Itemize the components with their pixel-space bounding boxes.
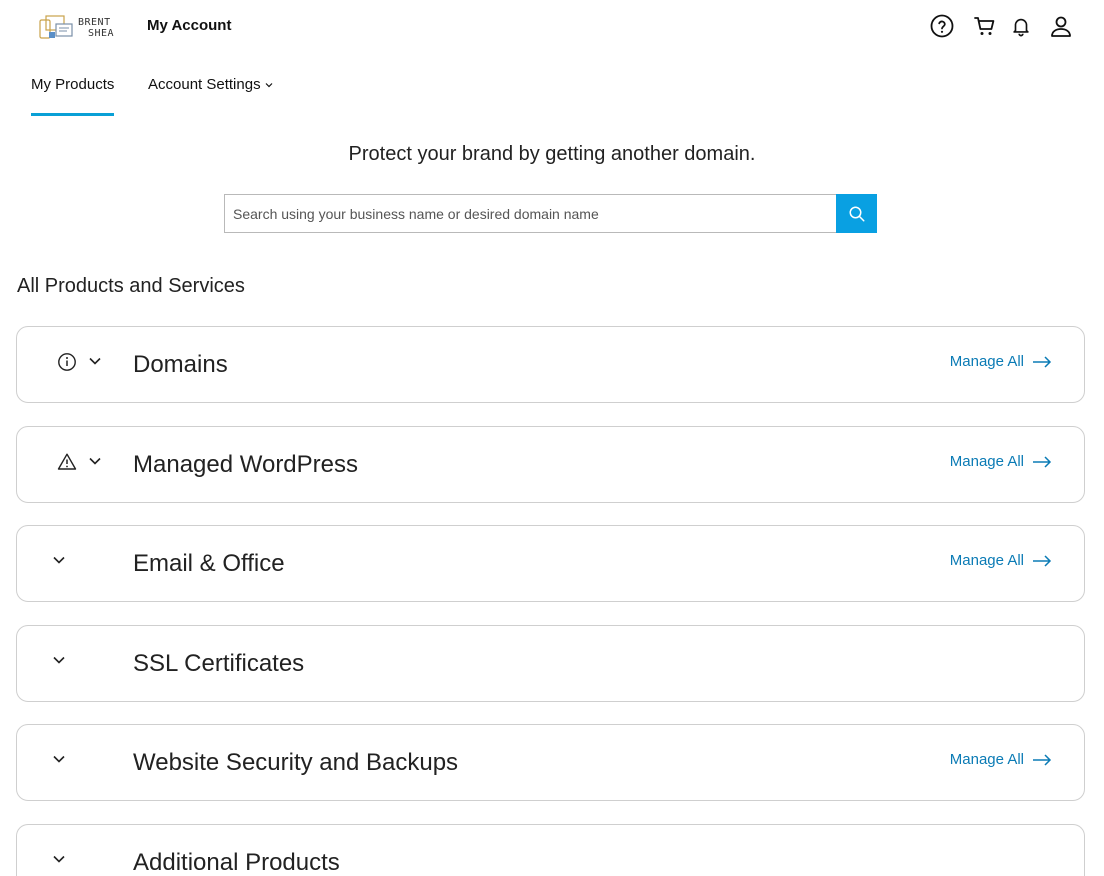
chevron-down-icon[interactable] bbox=[87, 453, 103, 469]
arrow-right-icon bbox=[1033, 355, 1052, 368]
product-card-website-security[interactable]: Website Security and Backups Manage All bbox=[16, 724, 1085, 801]
product-name: SSL Certificates bbox=[133, 650, 305, 677]
brand-logo[interactable]: BRENT SHEA bbox=[38, 12, 118, 44]
product-name: Additional Products bbox=[133, 849, 340, 876]
product-name: Email & Office bbox=[133, 550, 285, 577]
logo-line-1: BRENT bbox=[78, 17, 111, 28]
manage-all-link[interactable]: Manage All bbox=[950, 353, 1052, 370]
account-tabs: My Products Account Settings bbox=[0, 70, 1104, 116]
tab-account-settings-label: Account Settings bbox=[148, 76, 261, 93]
chevron-down-icon[interactable] bbox=[51, 751, 67, 767]
chevron-down-icon bbox=[264, 77, 274, 94]
product-name: Website Security and Backups bbox=[133, 749, 459, 776]
user-icon[interactable] bbox=[1048, 13, 1074, 39]
tab-account-settings[interactable]: Account Settings bbox=[148, 76, 274, 112]
product-card-domains[interactable]: Domains Manage All bbox=[16, 326, 1085, 403]
manage-all-label: Manage All bbox=[949, 552, 1024, 569]
search-icon bbox=[849, 206, 864, 221]
logo-line-2: SHEA bbox=[88, 28, 115, 39]
chevron-down-icon[interactable] bbox=[51, 652, 67, 668]
chevron-down-icon[interactable] bbox=[87, 353, 103, 369]
product-card-additional-products[interactable]: Additional Products bbox=[16, 824, 1085, 876]
header: BRENT SHEA My Account bbox=[0, 0, 1104, 56]
logo-text: BRENT SHEA bbox=[78, 17, 114, 39]
manage-all-link[interactable]: Manage All bbox=[950, 751, 1052, 768]
product-name: Managed WordPress bbox=[133, 451, 358, 478]
arrow-right-icon bbox=[1033, 554, 1052, 567]
manage-all-link[interactable]: Manage All bbox=[950, 552, 1052, 569]
arrow-right-icon bbox=[1033, 753, 1052, 766]
logo-devices-icon bbox=[39, 15, 73, 39]
product-card-managed-wordpress[interactable]: Managed WordPress Manage All bbox=[16, 426, 1085, 503]
section-title: All Products and Services bbox=[17, 275, 245, 297]
manage-all-label: Manage All bbox=[949, 751, 1024, 768]
warning-icon[interactable] bbox=[57, 452, 77, 472]
search-button[interactable] bbox=[836, 194, 877, 233]
help-icon[interactable] bbox=[929, 13, 955, 39]
product-name: Domains bbox=[133, 351, 228, 378]
promo-headline: Protect your brand by getting another do… bbox=[348, 143, 756, 165]
page-title: My Account bbox=[147, 17, 232, 34]
info-icon[interactable] bbox=[57, 352, 77, 372]
chevron-down-icon[interactable] bbox=[51, 552, 67, 568]
domain-search bbox=[224, 194, 877, 233]
chevron-down-icon[interactable] bbox=[51, 851, 67, 867]
header-icons bbox=[929, 13, 1074, 39]
arrow-right-icon bbox=[1033, 455, 1052, 468]
manage-all-link[interactable]: Manage All bbox=[950, 453, 1052, 470]
manage-all-label: Manage All bbox=[949, 453, 1024, 470]
bell-icon[interactable] bbox=[1008, 13, 1034, 39]
product-card-email-office[interactable]: Email & Office Manage All bbox=[16, 525, 1085, 602]
domain-search-input[interactable] bbox=[224, 194, 836, 233]
tab-my-products[interactable]: My Products bbox=[31, 76, 115, 116]
cart-icon[interactable] bbox=[972, 13, 998, 39]
manage-all-label: Manage All bbox=[949, 353, 1024, 370]
product-card-ssl-certificates[interactable]: SSL Certificates bbox=[16, 625, 1085, 702]
